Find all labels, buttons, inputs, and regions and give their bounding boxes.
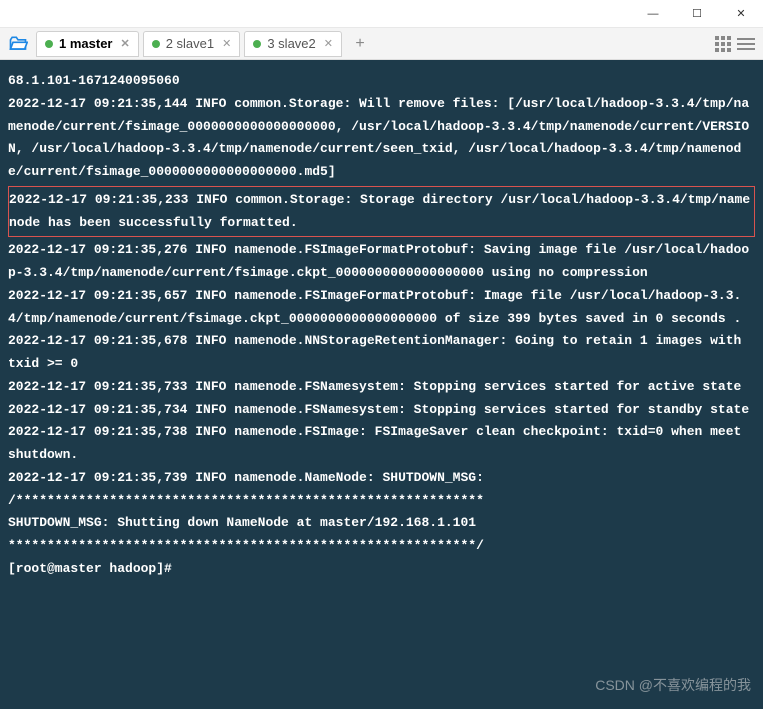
close-icon[interactable]: ✕: [222, 37, 231, 50]
close-icon[interactable]: ✕: [120, 37, 129, 50]
tab-toolbar: 1 master ✕ 2 slave1 ✕ 3 slave2 ✕ +: [0, 28, 763, 60]
add-tab-button[interactable]: +: [350, 35, 370, 53]
grid-view-icon[interactable]: [715, 36, 733, 52]
log-line: ****************************************…: [8, 535, 755, 558]
toolbar-right: [715, 36, 759, 52]
close-button[interactable]: ✕: [719, 0, 763, 28]
status-dot-icon: [253, 40, 261, 48]
tab-label: 1 master: [59, 36, 112, 51]
log-line: 2022-12-17 09:21:35,678 INFO namenode.NN…: [8, 330, 755, 376]
log-line: 2022-12-17 09:21:35,738 INFO namenode.FS…: [8, 421, 755, 467]
tab-slave1[interactable]: 2 slave1 ✕: [143, 31, 241, 57]
maximize-button[interactable]: ☐: [675, 0, 719, 28]
log-line: 2022-12-17 09:21:35,733 INFO namenode.FS…: [8, 376, 755, 399]
tab-label: 3 slave2: [267, 36, 315, 51]
highlighted-log: 2022-12-17 09:21:35,233 INFO common.Stor…: [8, 186, 755, 238]
close-icon[interactable]: ✕: [324, 37, 333, 50]
log-line: 2022-12-17 09:21:35,144 INFO common.Stor…: [8, 93, 755, 184]
log-line: SHUTDOWN_MSG: Shutting down NameNode at …: [8, 512, 755, 535]
tab-master[interactable]: 1 master ✕: [36, 31, 139, 57]
log-line: 2022-12-17 09:21:35,739 INFO namenode.Na…: [8, 467, 755, 490]
status-dot-icon: [152, 40, 160, 48]
tab-slave2[interactable]: 3 slave2 ✕: [244, 31, 342, 57]
open-folder-icon[interactable]: [8, 34, 28, 54]
log-line: 2022-12-17 09:21:35,276 INFO namenode.FS…: [8, 239, 755, 285]
log-line: 2022-12-17 09:21:35,233 INFO common.Stor…: [9, 189, 754, 235]
watermark-text: CSDN @不喜欢编程的我: [595, 673, 751, 698]
window-titlebar: — ☐ ✕: [0, 0, 763, 28]
status-dot-icon: [45, 40, 53, 48]
terminal-output[interactable]: 68.1.101-1671240095060 2022-12-17 09:21:…: [0, 60, 763, 709]
log-line: 2022-12-17 09:21:35,734 INFO namenode.FS…: [8, 399, 755, 422]
tab-label: 2 slave1: [166, 36, 214, 51]
prompt-line: [root@master hadoop]#: [8, 558, 755, 581]
minimize-button[interactable]: —: [631, 0, 675, 28]
menu-icon[interactable]: [737, 36, 755, 52]
log-line: /***************************************…: [8, 490, 755, 513]
log-line: 2022-12-17 09:21:35,657 INFO namenode.FS…: [8, 285, 755, 331]
log-line: 68.1.101-1671240095060: [8, 70, 755, 93]
